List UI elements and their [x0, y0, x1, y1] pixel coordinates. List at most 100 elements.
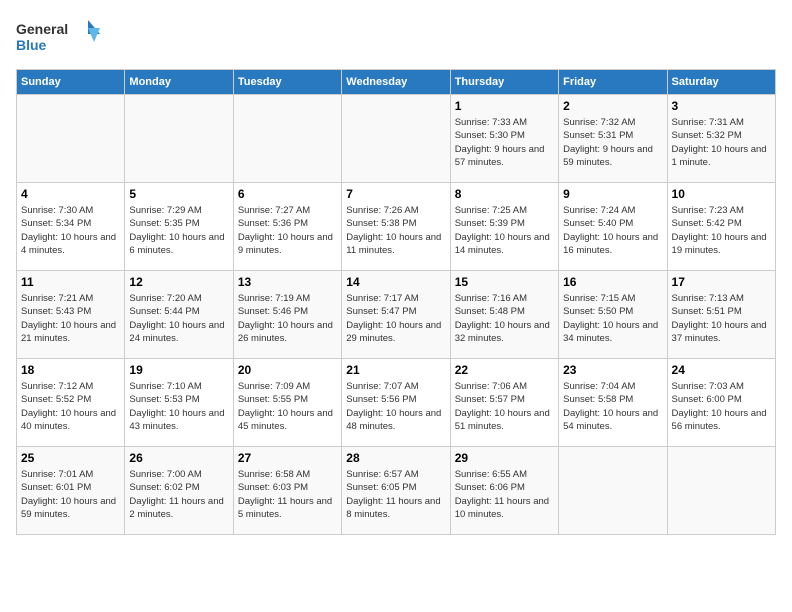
day-number: 24	[672, 363, 771, 377]
day-info: Sunrise: 7:19 AMSunset: 5:46 PMDaylight:…	[238, 292, 337, 345]
day-info: Sunrise: 6:57 AMSunset: 6:05 PMDaylight:…	[346, 468, 445, 521]
calendar-cell: 3 Sunrise: 7:31 AMSunset: 5:32 PMDaylight…	[667, 95, 775, 183]
day-number: 15	[455, 275, 554, 289]
day-info: Sunrise: 6:58 AMSunset: 6:03 PMDaylight:…	[238, 468, 337, 521]
day-number: 22	[455, 363, 554, 377]
calendar-cell: 4 Sunrise: 7:30 AMSunset: 5:34 PMDaylight…	[17, 183, 125, 271]
calendar-cell: 19Sunrise: 7:10 AMSunset: 5:53 PMDayligh…	[125, 359, 233, 447]
day-info: Sunrise: 7:12 AMSunset: 5:52 PMDaylight:…	[21, 380, 120, 433]
calendar-cell: 17 Sunrise: 7:13 AMSunset: 5:51 PMDayligh…	[667, 271, 775, 359]
calendar-cell: 23 Sunrise: 7:04 AMSunset: 5:58 PMDayligh…	[559, 359, 667, 447]
calendar-cell	[559, 447, 667, 535]
day-number: 21	[346, 363, 445, 377]
day-number: 10	[672, 187, 771, 201]
day-number: 4	[21, 187, 120, 201]
day-info: Sunrise: 7:33 AMSunset: 5:30 PMDaylight:…	[455, 116, 554, 169]
day-number: 17	[672, 275, 771, 289]
calendar-cell: 18Sunrise: 7:12 AMSunset: 5:52 PMDayligh…	[17, 359, 125, 447]
calendar-cell	[125, 95, 233, 183]
calendar-cell: 26 Sunrise: 7:00 AMSunset: 6:02 PMDayligh…	[125, 447, 233, 535]
weekday-header-thursday: Thursday	[450, 70, 558, 95]
svg-text:Blue: Blue	[16, 37, 47, 53]
weekday-header-sunday: Sunday	[17, 70, 125, 95]
day-number: 5	[129, 187, 228, 201]
calendar-cell: 29 Sunrise: 6:55 AMSunset: 6:06 PMDayligh…	[450, 447, 558, 535]
day-info: Sunrise: 7:07 AMSunset: 5:56 PMDaylight:…	[346, 380, 445, 433]
day-number: 14	[346, 275, 445, 289]
calendar-cell: 6 Sunrise: 7:27 AMSunset: 5:36 PMDaylight…	[233, 183, 341, 271]
calendar-week-row: 18Sunrise: 7:12 AMSunset: 5:52 PMDayligh…	[17, 359, 776, 447]
day-info: Sunrise: 7:04 AMSunset: 5:58 PMDaylight:…	[563, 380, 662, 433]
calendar-cell: 5 Sunrise: 7:29 AMSunset: 5:35 PMDaylight…	[125, 183, 233, 271]
calendar-cell: 2 Sunrise: 7:32 AMSunset: 5:31 PMDaylight…	[559, 95, 667, 183]
day-number: 23	[563, 363, 662, 377]
day-info: Sunrise: 7:20 AMSunset: 5:44 PMDaylight:…	[129, 292, 228, 345]
calendar-cell: 13 Sunrise: 7:19 AMSunset: 5:46 PMDayligh…	[233, 271, 341, 359]
calendar-cell: 27 Sunrise: 6:58 AMSunset: 6:03 PMDayligh…	[233, 447, 341, 535]
weekday-header-row: SundayMondayTuesdayWednesdayThursdayFrid…	[17, 70, 776, 95]
day-info: Sunrise: 7:23 AMSunset: 5:42 PMDaylight:…	[672, 204, 771, 257]
day-info: Sunrise: 7:03 AMSunset: 6:00 PMDaylight:…	[672, 380, 771, 433]
calendar-cell: 8 Sunrise: 7:25 AMSunset: 5:39 PMDaylight…	[450, 183, 558, 271]
day-number: 13	[238, 275, 337, 289]
day-info: Sunrise: 7:29 AMSunset: 5:35 PMDaylight:…	[129, 204, 228, 257]
calendar-week-row: 11 Sunrise: 7:21 AMSunset: 5:43 PMDayligh…	[17, 271, 776, 359]
calendar-cell: 12 Sunrise: 7:20 AMSunset: 5:44 PMDayligh…	[125, 271, 233, 359]
day-number: 19	[129, 363, 228, 377]
day-number: 28	[346, 451, 445, 465]
day-info: Sunrise: 7:13 AMSunset: 5:51 PMDaylight:…	[672, 292, 771, 345]
logo-icon: General Blue	[16, 16, 106, 61]
day-info: Sunrise: 7:16 AMSunset: 5:48 PMDaylight:…	[455, 292, 554, 345]
calendar-cell: 20Sunrise: 7:09 AMSunset: 5:55 PMDayligh…	[233, 359, 341, 447]
day-number: 3	[672, 99, 771, 113]
logo: General Blue	[16, 16, 106, 61]
day-number: 7	[346, 187, 445, 201]
day-number: 26	[129, 451, 228, 465]
calendar-week-row: 1 Sunrise: 7:33 AMSunset: 5:30 PMDaylight…	[17, 95, 776, 183]
day-number: 11	[21, 275, 120, 289]
day-number: 8	[455, 187, 554, 201]
weekday-header-saturday: Saturday	[667, 70, 775, 95]
calendar-cell: 7 Sunrise: 7:26 AMSunset: 5:38 PMDaylight…	[342, 183, 450, 271]
calendar-cell	[342, 95, 450, 183]
calendar-cell: 22 Sunrise: 7:06 AMSunset: 5:57 PMDayligh…	[450, 359, 558, 447]
day-number: 6	[238, 187, 337, 201]
calendar-cell	[17, 95, 125, 183]
day-info: Sunrise: 7:06 AMSunset: 5:57 PMDaylight:…	[455, 380, 554, 433]
calendar-cell: 28 Sunrise: 6:57 AMSunset: 6:05 PMDayligh…	[342, 447, 450, 535]
day-info: Sunrise: 7:00 AMSunset: 6:02 PMDaylight:…	[129, 468, 228, 521]
calendar-cell: 15 Sunrise: 7:16 AMSunset: 5:48 PMDayligh…	[450, 271, 558, 359]
day-info: Sunrise: 7:17 AMSunset: 5:47 PMDaylight:…	[346, 292, 445, 345]
day-info: Sunrise: 7:25 AMSunset: 5:39 PMDaylight:…	[455, 204, 554, 257]
calendar-cell: 16Sunrise: 7:15 AMSunset: 5:50 PMDayligh…	[559, 271, 667, 359]
day-info: Sunrise: 7:32 AMSunset: 5:31 PMDaylight:…	[563, 116, 662, 169]
calendar-cell	[233, 95, 341, 183]
calendar-table: SundayMondayTuesdayWednesdayThursdayFrid…	[16, 69, 776, 535]
day-number: 20	[238, 363, 337, 377]
day-info: Sunrise: 7:26 AMSunset: 5:38 PMDaylight:…	[346, 204, 445, 257]
weekday-header-monday: Monday	[125, 70, 233, 95]
day-info: Sunrise: 7:31 AMSunset: 5:32 PMDaylight:…	[672, 116, 771, 169]
calendar-cell: 25Sunrise: 7:01 AMSunset: 6:01 PMDayligh…	[17, 447, 125, 535]
day-number: 16	[563, 275, 662, 289]
calendar-cell: 11 Sunrise: 7:21 AMSunset: 5:43 PMDayligh…	[17, 271, 125, 359]
calendar-cell: 14 Sunrise: 7:17 AMSunset: 5:47 PMDayligh…	[342, 271, 450, 359]
day-number: 27	[238, 451, 337, 465]
day-info: Sunrise: 7:27 AMSunset: 5:36 PMDaylight:…	[238, 204, 337, 257]
day-number: 1	[455, 99, 554, 113]
day-number: 9	[563, 187, 662, 201]
calendar-cell: 10 Sunrise: 7:23 AMSunset: 5:42 PMDayligh…	[667, 183, 775, 271]
calendar-week-row: 25Sunrise: 7:01 AMSunset: 6:01 PMDayligh…	[17, 447, 776, 535]
day-info: Sunrise: 7:01 AMSunset: 6:01 PMDaylight:…	[21, 468, 120, 521]
weekday-header-friday: Friday	[559, 70, 667, 95]
day-number: 29	[455, 451, 554, 465]
weekday-header-wednesday: Wednesday	[342, 70, 450, 95]
day-info: Sunrise: 7:30 AMSunset: 5:34 PMDaylight:…	[21, 204, 120, 257]
day-info: Sunrise: 7:24 AMSunset: 5:40 PMDaylight:…	[563, 204, 662, 257]
day-info: Sunrise: 7:21 AMSunset: 5:43 PMDaylight:…	[21, 292, 120, 345]
day-info: Sunrise: 6:55 AMSunset: 6:06 PMDaylight:…	[455, 468, 554, 521]
day-number: 12	[129, 275, 228, 289]
calendar-cell	[667, 447, 775, 535]
day-number: 2	[563, 99, 662, 113]
calendar-cell: 21 Sunrise: 7:07 AMSunset: 5:56 PMDayligh…	[342, 359, 450, 447]
